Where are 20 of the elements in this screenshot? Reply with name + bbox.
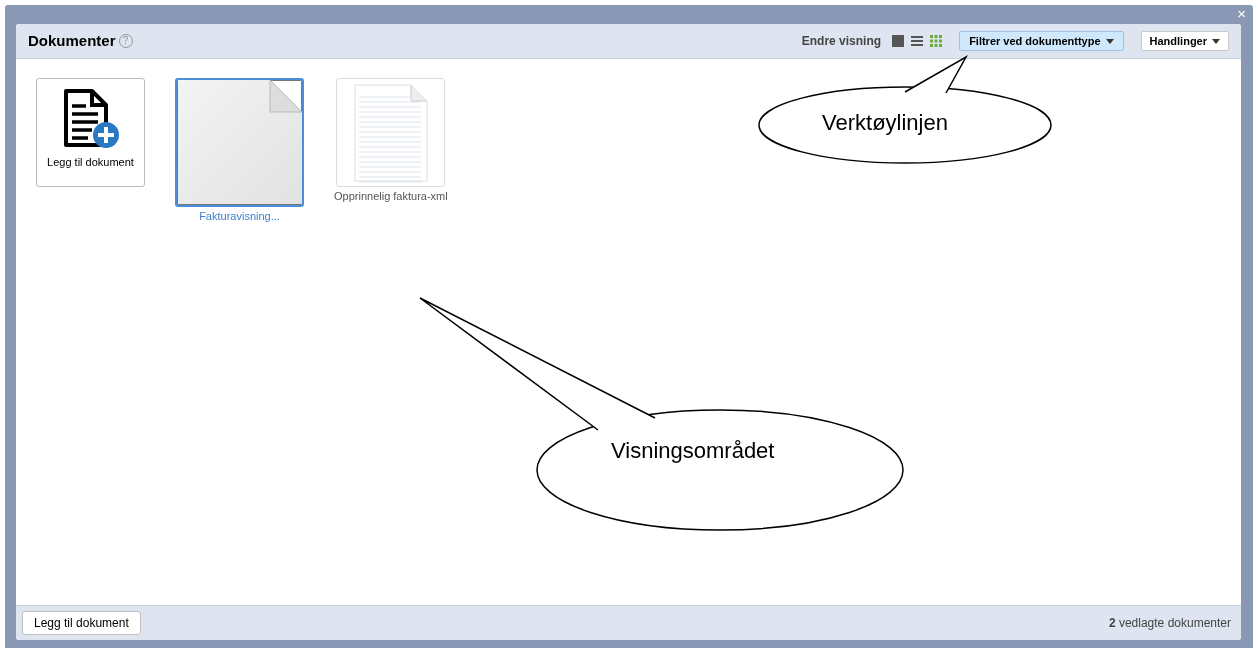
document-name[interactable]: Opprinnelig faktura-xml xyxy=(334,188,448,205)
add-document-tile[interactable]: Legg til dokument xyxy=(36,78,145,187)
callout-text: Verktøylinjen xyxy=(822,112,948,134)
tile-view-icon[interactable] xyxy=(892,35,905,47)
panel-title: Dokumenter xyxy=(28,30,116,51)
add-document-button[interactable]: Legg til dokument xyxy=(22,611,141,635)
document-thumbnail[interactable] xyxy=(175,78,304,207)
filter-dropdown[interactable]: Filtrer ved dokumenttype xyxy=(959,31,1124,51)
document-name[interactable]: Fakturavisning... xyxy=(199,208,280,225)
document-preview-icon xyxy=(177,80,302,204)
actions-dropdown[interactable]: Handlinger xyxy=(1140,31,1229,51)
callout-text: Visningsområdet xyxy=(611,440,775,462)
tile-label: Legg til dokument xyxy=(47,155,134,170)
grid-view-icon[interactable] xyxy=(930,35,943,47)
lined-document-icon xyxy=(352,83,429,183)
view-label: Endre visning xyxy=(801,33,882,50)
caret-icon xyxy=(1105,38,1114,44)
status-text: 2 vedlagte dokumenter xyxy=(1108,615,1232,632)
list-view-icon[interactable] xyxy=(911,35,924,47)
caret-icon xyxy=(1212,38,1220,44)
